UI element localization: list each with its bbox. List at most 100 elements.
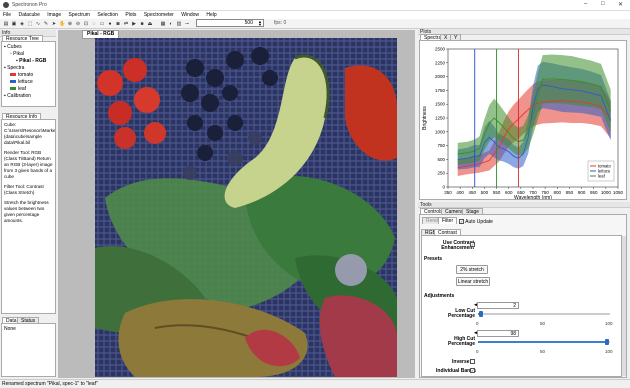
spectra-plot: 0 250 500 750 1000 1250 1500 1750 2000 2250 2500 35…	[422, 47, 624, 202]
x-tick-label: 500	[481, 190, 489, 195]
info-filter-tool: Filter Tool: Contrast (Class Stretch)	[4, 184, 44, 195]
use-contrast-label: Use Contrast Enhancement	[441, 240, 474, 251]
contrast-icon[interactable]: ◐	[168, 21, 174, 27]
high-tick-mid: 50	[540, 349, 546, 354]
eject-icon[interactable]: ⏏	[147, 21, 153, 27]
play-icon[interactable]: ▶	[131, 21, 137, 27]
x-tick-label: 600	[505, 190, 513, 195]
rect-select-icon[interactable]: ▭	[99, 21, 105, 27]
menu-selection[interactable]: Selection	[97, 11, 118, 19]
tree-item-image[interactable]: ▪ Pikal - RGB	[16, 58, 46, 64]
tree-item-spectrum-leaf[interactable]: leaf	[10, 86, 26, 92]
save-icon[interactable]: ▣	[11, 21, 17, 27]
info-render-tool: Render Tool: RGB (Class TriBand) Return …	[4, 150, 53, 179]
menu-plots[interactable]: Plots	[125, 11, 136, 19]
band-value: 500	[244, 20, 253, 26]
auto-update-label: Auto Update	[465, 219, 493, 225]
low-tick-max: 100	[605, 321, 613, 326]
pointer-icon[interactable]: ➤	[51, 21, 57, 27]
spin-arrows-icon[interactable]: ▲ ▼	[258, 20, 262, 27]
menu-bar: File Datacube Image Spectrum Selection P…	[0, 11, 630, 19]
rgb-render	[95, 38, 397, 377]
open-icon[interactable]: ▤	[3, 21, 9, 27]
camera-icon[interactable]: ◙	[115, 21, 121, 27]
close-icon[interactable]: ✕	[618, 1, 623, 8]
menu-spectrum[interactable]: Spectrum	[69, 11, 90, 19]
preset-2pct-button[interactable]: 2% stretch	[456, 265, 488, 274]
use-contrast-checkbox[interactable]: ✓	[470, 242, 475, 247]
fps-readout: fps: 0	[274, 20, 287, 26]
menu-help[interactable]: Help	[206, 11, 216, 19]
low-cut-field[interactable]: 2	[477, 302, 519, 309]
hyperspectral-image[interactable]	[95, 38, 397, 377]
y-tick-label: 1500	[435, 102, 446, 107]
zoom-out-icon[interactable]: ⊖	[75, 21, 81, 27]
menu-file[interactable]: File	[3, 11, 11, 19]
band-spinbox[interactable]: 500 ▲ ▼	[196, 19, 264, 27]
maximize-icon[interactable]: □	[601, 1, 605, 7]
tree-item-cube[interactable]: ▫ Pikal	[10, 51, 24, 57]
y-tick-label: 2500	[435, 47, 446, 52]
record-icon[interactable]: ●	[107, 21, 113, 27]
auto-update-row[interactable]: ✓ Auto Update	[459, 219, 493, 225]
minimize-icon[interactable]: –	[584, 1, 587, 7]
tree-item-spectrum-tomato[interactable]: tomato	[10, 72, 33, 78]
tree-item-calibration[interactable]: ▪ Calibration	[4, 93, 31, 99]
info-cube-path: Cube: C:\Users\Resonon\Marketing (data\c…	[4, 122, 56, 145]
stage-icon[interactable]: ⇄	[123, 21, 129, 27]
low-cut-track	[478, 313, 610, 315]
individual-bands-checkbox[interactable]: ✓	[470, 368, 475, 373]
tree-item-spectra[interactable]: ▪ Spectra	[4, 65, 24, 71]
high-tick-max: 100	[605, 349, 613, 354]
x-tick-label: 1050	[613, 190, 624, 195]
low-tick-min: 0	[476, 321, 479, 326]
select-icon[interactable]: ⬚	[27, 21, 33, 27]
tree-item-spectrum-lettuce[interactable]: lettuce	[10, 79, 33, 85]
menu-spectrometer[interactable]: Spectrometer	[144, 11, 174, 19]
spectra-chart[interactable]: 0 250 500 750 1000 1250 1500 1750 2000 2250 2500 35…	[419, 40, 627, 202]
lasso-icon[interactable]: ◌	[91, 21, 97, 27]
x-tick-label: 900	[578, 190, 586, 195]
zoom-fit-icon[interactable]: ⊡	[83, 21, 89, 27]
menu-window[interactable]: Window	[181, 11, 199, 19]
histogram-icon[interactable]: ▥	[176, 21, 182, 27]
inverse-checkbox[interactable]	[470, 359, 475, 364]
menu-image[interactable]: Image	[47, 11, 61, 19]
presets-label: Presets	[424, 256, 443, 262]
zoom-in-icon[interactable]: ⊕	[67, 21, 73, 27]
toolbar: ▤ ▣ ◈ ⬚ ∿ ✎ ➤ ✋ ⊕ ⊖ ⊡ ◌ ▭ ● ◙ ⇄ ▶ ■ ⏏ ▦ …	[0, 19, 630, 29]
x-tick-label: 450	[469, 190, 477, 195]
slider-icon[interactable]: ⊸	[184, 21, 190, 27]
spectrum-icon[interactable]: ∿	[35, 21, 41, 27]
tools-scrollbar[interactable]	[622, 236, 626, 376]
status-message: Renamed spectrum "Pikal, spec-1" to "lea…	[2, 381, 98, 387]
high-cut-slider-handle[interactable]	[605, 339, 610, 345]
preset-linear-button[interactable]: Linear stretch	[456, 277, 490, 286]
pencil-icon[interactable]: ✎	[43, 21, 49, 27]
high-cut-field[interactable]: 98	[477, 330, 519, 337]
y-tick-label: 500	[437, 157, 445, 162]
y-tick-label: 1250	[435, 116, 446, 121]
window-title: Spectronon Pro	[12, 2, 47, 8]
status-bar: Renamed spectrum "Pikal, spec-1" to "lea…	[0, 379, 630, 388]
tree-item-cubes[interactable]: ▪ Cubes	[4, 44, 22, 50]
menu-datacube[interactable]: Datacube	[18, 11, 39, 19]
auto-update-checkbox[interactable]: ✓	[459, 219, 464, 225]
low-tick-mid: 50	[540, 321, 546, 326]
x-tick-label: 800	[554, 190, 562, 195]
legend-label-leaf: leaf	[598, 174, 606, 179]
y-tick-label: 250	[437, 171, 445, 176]
high-cut-label: High Cut Percentage	[448, 336, 475, 347]
stop-icon[interactable]: ■	[139, 21, 145, 27]
lettuce-swatch	[10, 80, 16, 84]
high-cut-fill	[478, 341, 608, 343]
grid-icon[interactable]: ▦	[160, 21, 166, 27]
data-value: None	[4, 326, 16, 332]
cube-icon[interactable]: ◈	[19, 21, 25, 27]
low-cut-slider-handle[interactable]	[478, 311, 483, 317]
contrast-form	[421, 235, 622, 377]
hand-icon[interactable]: ✋	[59, 21, 65, 27]
data-panel: None	[1, 323, 56, 377]
tab-filter[interactable]: Filter	[438, 217, 458, 224]
y-axis-label: Brightness	[422, 106, 428, 130]
